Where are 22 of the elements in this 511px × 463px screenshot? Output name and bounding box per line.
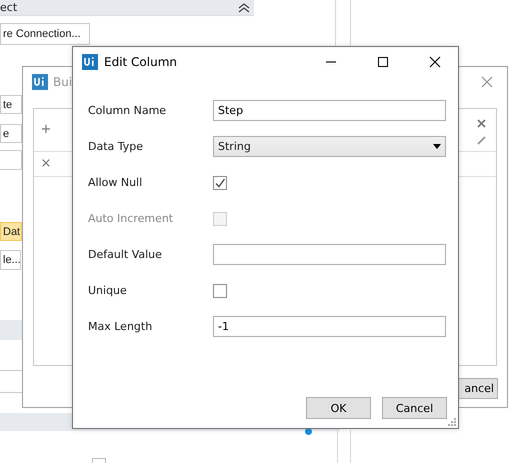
- panel-title: ect: [0, 1, 18, 14]
- field-label: Auto Increment: [88, 212, 174, 225]
- field-label: Column Name: [88, 104, 168, 117]
- dropdown[interactable]: String: [213, 136, 446, 157]
- ok-button[interactable]: OK: [306, 397, 371, 419]
- add-row-button[interactable]: +: [34, 122, 58, 138]
- panel-button[interactable]: re Connection...: [0, 23, 90, 45]
- cancel-button[interactable]: Cancel: [382, 397, 447, 419]
- dialog-title: Edit Column: [104, 55, 178, 69]
- field-label: Unique: [88, 284, 128, 297]
- panel-button[interactable]: e: [0, 124, 22, 143]
- field-label: Max Length: [88, 320, 154, 333]
- panel-button[interactable]: te: [0, 95, 22, 114]
- text-field[interactable]: Step: [213, 100, 446, 121]
- delete-row-button[interactable]: ×: [34, 156, 58, 172]
- field-label: Data Type: [88, 140, 144, 153]
- field-label: Default Value: [88, 248, 163, 261]
- panel-button[interactable]: le...: [0, 250, 21, 270]
- field-label: Allow Null: [88, 176, 144, 189]
- text-field[interactable]: -1: [213, 316, 446, 337]
- panel-button[interactable]: Dat: [0, 222, 22, 241]
- window-title: Bui: [53, 75, 72, 89]
